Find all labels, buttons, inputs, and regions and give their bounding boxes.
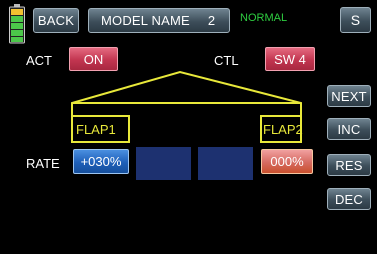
next-button[interactable]: NEXT [327,85,371,107]
rate-flap1-button[interactable]: +030% [73,149,129,174]
flap-diagram [71,70,302,143]
rate-empty-slot-2 [198,147,253,180]
rate-empty-slot-1 [136,147,191,180]
flap2-label: FLAP2 [263,122,303,137]
dec-button[interactable]: DEC [327,188,371,210]
rate-flap2-button[interactable]: 000% [261,149,313,174]
flap1-label: FLAP1 [76,122,116,137]
inc-button[interactable]: INC [327,118,371,140]
rate-label: RATE [26,156,60,171]
res-button[interactable]: RES [327,154,371,176]
